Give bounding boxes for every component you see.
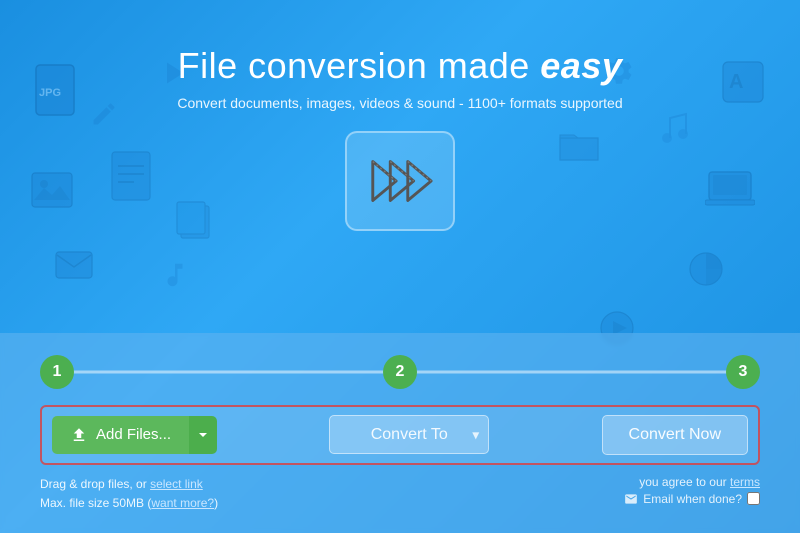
email-icon xyxy=(624,492,638,506)
email-when-done-label: Email when done? xyxy=(643,492,742,506)
step-3-badge: 3 xyxy=(726,355,760,389)
add-files-dropdown-button[interactable] xyxy=(189,416,217,454)
hero-title-normal: File conversion made xyxy=(178,45,541,86)
terms-link[interactable]: terms xyxy=(730,475,760,489)
logo-box xyxy=(345,131,455,231)
decor-note-icon xyxy=(160,260,190,295)
convert-to-wrap: Convert To PDF JPG PNG MP3 MP4 DOCX xyxy=(229,415,589,454)
email-check-row: Email when done? xyxy=(624,492,760,506)
hero-title-emphasis: easy xyxy=(540,45,622,86)
info-row: Drag & drop files, or select link Max. f… xyxy=(40,475,760,513)
add-files-group: Add Files... xyxy=(52,416,217,454)
upload-icon xyxy=(70,426,88,444)
steps-row: 1 2 3 xyxy=(40,355,760,389)
logo-svg xyxy=(365,146,435,216)
convert-now-button[interactable]: Convert Now xyxy=(602,415,748,455)
email-checkbox[interactable] xyxy=(747,492,760,505)
logo-container xyxy=(0,131,800,231)
dropdown-arrow-icon xyxy=(197,429,209,441)
convert-to-select[interactable]: Convert To PDF JPG PNG MP3 MP4 DOCX xyxy=(329,415,489,454)
terms-text: you agree to our terms xyxy=(639,475,760,489)
hero-subtitle: Convert documents, images, videos & soun… xyxy=(0,95,800,111)
drag-drop-info: Drag & drop files, or select link Max. f… xyxy=(40,475,218,513)
hero-section: File conversion made easy Convert docume… xyxy=(0,0,800,231)
action-row: Add Files... Convert To PDF JPG PNG MP3 … xyxy=(40,405,760,465)
step-2-badge: 2 xyxy=(383,355,417,389)
add-files-label: Add Files... xyxy=(96,426,171,443)
hero-title: File conversion made easy xyxy=(0,45,800,87)
right-info: you agree to our terms Email when done? xyxy=(624,475,760,506)
add-files-button[interactable]: Add Files... xyxy=(52,416,189,454)
convert-to-container: Convert To PDF JPG PNG MP3 MP4 DOCX xyxy=(329,415,489,454)
max-size-text: Max. file size 50MB xyxy=(40,496,144,510)
want-more-link[interactable]: want more? xyxy=(151,496,214,510)
decor-pie-icon xyxy=(687,250,725,293)
decor-email-icon xyxy=(55,250,93,285)
select-link[interactable]: select link xyxy=(150,477,203,491)
bottom-panel: 1 2 3 Add Files... xyxy=(0,333,800,533)
convert-now-label: Convert Now xyxy=(629,426,721,443)
step-1-badge: 1 xyxy=(40,355,74,389)
drag-text: Drag & drop files, or xyxy=(40,477,147,491)
